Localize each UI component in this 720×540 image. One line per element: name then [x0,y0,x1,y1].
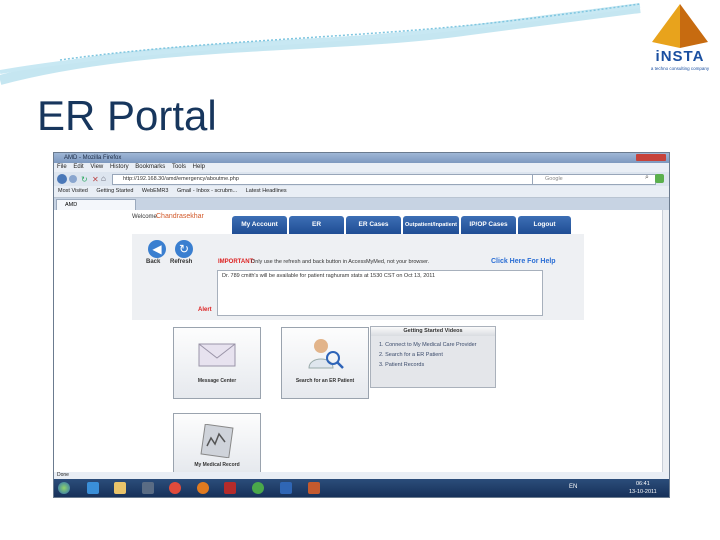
tab-ip-op-cases[interactable]: IP/OP Cases [461,216,516,234]
bookmark-latest-headlines[interactable]: Latest Headlines [246,188,287,194]
welcome-label: Welcome [132,214,157,220]
help-link[interactable]: Click Here For Help [491,258,556,265]
tab-strip: AMD [54,198,669,210]
logo-tagline: a techno consulting company [650,66,710,71]
video-link-3[interactable]: 3. Patient Records [379,360,495,370]
medical-record-icon [200,423,234,459]
status-bar: Done [54,472,669,479]
status-text: Done [57,472,69,478]
important-label: IMPORTANT: [218,259,255,265]
doctor-search-icon [308,339,344,369]
menu-tools[interactable]: Tools [172,164,186,170]
window-title: AMD - Mozilla Firefox [64,155,122,161]
filezilla-icon[interactable] [224,482,236,494]
page-content: Welcome Chandrasekhar My Account ER ER C… [54,210,662,473]
user-name: Chandrasekhar [156,213,204,220]
vertical-scrollbar[interactable] [662,210,669,472]
menu-bar: File Edit View History Bookmarks Tools H… [54,163,669,172]
my-medical-record-tile[interactable]: My Medical Record [173,413,261,473]
bookmark-most-visited[interactable]: Most Visited [58,188,88,194]
nav-bar: ↻ ✕ ⌂ http://192.168.30/amd/emergency/ab… [54,172,669,186]
alert-label: Alert [198,307,212,313]
logo-brand: iNSTA [655,48,705,65]
getting-started-panel: Getting Started Videos 1. Connect to My … [370,326,496,388]
windows-taskbar: EN 06:41 13-10-2011 [54,479,669,497]
bookmark-webemr[interactable]: WebEMR3 [142,188,169,194]
media-player-icon[interactable] [142,482,154,494]
app-icon[interactable] [252,482,264,494]
menu-history[interactable]: History [110,164,129,170]
ie-icon[interactable] [87,482,99,494]
bookmarks-bar: Most Visited Getting Started WebEMR3 Gma… [54,186,669,198]
insta-logo: iNSTA a techno consulting company [642,2,718,76]
clock[interactable]: 06:41 13-10-2011 [629,480,657,496]
tab-er-cases[interactable]: ER Cases [346,216,401,234]
search-er-patient-label: Search for an ER Patient [295,378,355,384]
videos-title: Getting Started Videos [371,327,495,336]
search-er-patient-tile[interactable]: Search for an ER Patient [281,327,369,399]
menu-file[interactable]: File [57,164,67,170]
home-icon[interactable]: ⌂ [101,174,106,183]
language-indicator[interactable]: EN [569,484,577,490]
bookmark-gmail[interactable]: Gmail - Inbox - scrubm... [177,188,237,194]
message-center-label: Message Center [197,378,237,384]
search-input[interactable]: Google [532,174,656,185]
menu-bookmarks[interactable]: Bookmarks [135,164,165,170]
addon-icon[interactable] [655,174,664,183]
reload-icon[interactable]: ↻ [81,175,88,184]
menu-help[interactable]: Help [193,164,205,170]
search-icon[interactable]: ⌕ [645,174,649,182]
video-link-2[interactable]: 2. Search for a ER Patient [379,350,495,360]
tab-my-account[interactable]: My Account [232,216,287,234]
alert-message: Dr. 789 cmith's will be available for pa… [222,273,436,279]
header-swoosh [0,3,641,85]
slide-title: ER Portal [37,92,217,139]
pyramid-icon [652,4,708,48]
window-controls[interactable] [636,154,666,161]
menu-edit[interactable]: Edit [73,164,83,170]
back-icon[interactable]: ◀ [148,240,166,258]
clock-date: 13-10-2011 [629,489,657,495]
tab-outpatient-inpatient[interactable]: Outpatient/Inpatient [403,216,459,234]
word-icon[interactable] [280,482,292,494]
refresh-icon[interactable]: ↻ [175,240,193,258]
browser-window: AMD - Mozilla Firefox File Edit View His… [53,152,670,498]
stop-icon[interactable]: ✕ [92,175,99,184]
explorer-icon[interactable] [114,482,126,494]
back-button[interactable]: Back [146,259,160,265]
alert-box: Dr. 789 cmith's will be available for pa… [217,270,543,316]
envelope-icon [198,343,236,367]
video-link-1[interactable]: 1. Connect to My Medical Care Provider [379,340,495,350]
refresh-button[interactable]: Refresh [170,259,192,265]
menu-view[interactable]: View [90,164,103,170]
forward-arrow-icon[interactable] [69,175,77,183]
back-arrow-icon[interactable] [57,174,67,184]
clock-time: 06:41 [635,481,650,487]
title-bar: AMD - Mozilla Firefox [54,153,669,163]
my-medical-record-label: My Medical Record [194,462,240,468]
browser-tab[interactable]: AMD [56,199,136,210]
bookmark-getting-started[interactable]: Getting Started [96,188,133,194]
powerpoint-icon[interactable] [308,482,320,494]
tab-er[interactable]: ER [289,216,344,234]
tab-logout[interactable]: Logout [518,216,571,234]
firefox-icon[interactable] [197,482,209,494]
url-bar[interactable]: http://192.168.30/amd/emergency/aboutme.… [112,174,534,185]
message-center-tile[interactable]: Message Center [173,327,261,399]
chrome-icon[interactable] [169,482,181,494]
start-button-icon[interactable] [58,482,70,494]
important-text: Only use the refresh and back button in … [251,259,430,265]
